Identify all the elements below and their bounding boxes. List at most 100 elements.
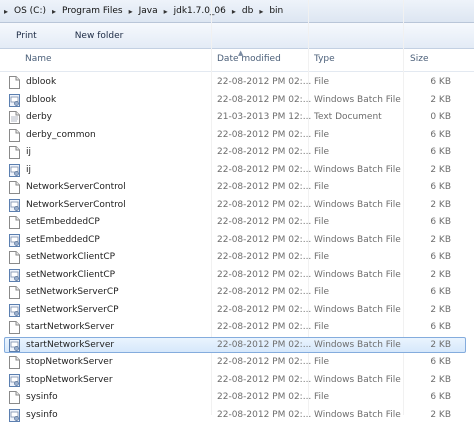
file-date-modified: 22-08-2012 PM 02:... [217,339,312,350]
file-name: NetworkServerControl [26,199,126,210]
file-row[interactable]: dblook 22-08-2012 PM 02:... File 6 KB [4,74,466,90]
file-row[interactable]: startNetworkServer 22-08-2012 PM 02:... Fi… [4,319,466,335]
file-row[interactable]: NetworkServerControl 22-08-2012 PM 02:...… [4,197,466,213]
file-size: 6 KB [430,217,451,227]
file-name: sysinfo [26,392,58,402]
file-date-modified: 22-08-2012 PM 02:... [217,392,312,402]
file-type: File [314,322,330,332]
chevron-right-icon[interactable]: ▸ [0,7,12,16]
file-type: Windows Batch File [314,234,401,245]
file-size: 2 KB [430,199,451,210]
file-row[interactable]: setEmbeddedCP 22-08-2012 PM 02:... Windows… [4,232,466,248]
file-row[interactable]: ij 22-08-2012 PM 02:... Windows Batch File… [4,162,466,178]
breadcrumb-item-db[interactable]: db [240,6,255,16]
file-date-modified: 22-08-2012 PM 02:... [217,357,312,367]
file-size: 0 KB [430,112,451,122]
file-size: 2 KB [430,164,451,175]
file-type: File [314,129,330,140]
chevron-right-icon[interactable]: ▸ [48,7,60,16]
print-button[interactable]: Print [0,31,65,41]
file-icon [9,76,20,89]
batch-file-icon [9,268,20,282]
file-date-modified: 22-08-2012 PM 02:... [217,269,312,280]
breadcrumb-item-drive[interactable]: OS (C:) [12,6,48,16]
file-date-modified: 22-08-2012 PM 02:... [217,304,312,315]
breadcrumb-item-jdk[interactable]: jdk1.7.0_06 [172,6,228,16]
file-date-modified: 22-08-2012 PM 02:... [217,77,312,87]
file-size: 2 KB [430,304,451,315]
file-name: setEmbeddedCP [26,234,100,245]
breadcrumb-item-bin[interactable]: bin [267,6,285,16]
file-icon [9,391,20,404]
file-type: Windows Batch File [314,339,401,350]
file-date-modified: 22-08-2012 PM 02:... [217,287,312,297]
file-icon [9,356,20,369]
chevron-right-icon[interactable]: ▸ [255,7,267,16]
batch-file-icon [9,373,20,387]
column-header-type[interactable]: Type [314,54,335,64]
file-row[interactable]: setEmbeddedCP 22-08-2012 PM 02:... File 6 K… [4,214,466,230]
file-row[interactable]: sysinfo 22-08-2012 PM 02:... File 6 KB [4,389,466,405]
chevron-right-icon[interactable]: ▸ [160,7,172,16]
file-name: NetworkServerControl [26,182,126,192]
file-name: ij [26,147,32,157]
file-name: dblook [26,94,57,105]
file-type: File [314,147,330,157]
file-row[interactable]: dblook 22-08-2012 PM 02:... Windows Batch … [4,92,466,108]
file-size: 2 KB [430,339,451,350]
new-folder-button[interactable]: New folder [65,31,134,41]
file-name: dblook [26,77,57,87]
batch-file-icon [9,233,20,247]
batch-file-icon [9,408,20,422]
file-name: setNetworkClientCP [26,269,116,280]
file-type: Windows Batch File [314,164,401,175]
file-date-modified: 22-08-2012 PM 02:... [217,252,312,262]
file-type: File [314,182,330,192]
file-row[interactable]: setNetworkClientCP 22-08-2012 PM 02:... Wi… [4,267,466,283]
file-date-modified: 22-08-2012 PM 02:... [217,374,312,385]
file-size: 6 KB [430,252,451,262]
file-size: 6 KB [430,182,451,192]
file-size: 2 KB [430,374,451,385]
file-row[interactable]: setNetworkClientCP 22-08-2012 PM 02:... Fi… [4,249,466,265]
file-date-modified: 21-03-2013 PM 12:... [217,112,312,122]
file-name: derby [26,112,52,122]
breadcrumb-item-program-files[interactable]: Program Files [60,6,125,16]
column-header-size[interactable]: Size [410,54,428,64]
file-date-modified: 22-08-2012 PM 02:... [217,234,312,245]
file-row[interactable]: setNetworkServerCP 22-08-2012 PM 02:... Fi… [4,284,466,300]
file-row[interactable]: setNetworkServerCP 22-08-2012 PM 02:... Wi… [4,302,466,318]
chevron-right-icon[interactable]: ▸ [228,7,240,16]
file-type: Windows Batch File [314,94,401,105]
file-size: 6 KB [430,287,451,297]
file-size: 6 KB [430,147,451,157]
batch-file-icon [9,93,20,107]
batch-file-icon [9,163,20,177]
file-type: File [314,77,330,87]
file-name: setNetworkClientCP [26,252,116,262]
file-type: File [314,357,330,367]
file-row[interactable]: stopNetworkServer 22-08-2012 PM 02:... Win… [4,372,466,388]
file-icon [9,321,20,334]
file-row[interactable]: startNetworkServer 22-08-2012 PM 02:... Wi… [4,336,466,353]
breadcrumb-item-java[interactable]: Java [137,6,160,16]
file-row[interactable]: ij 22-08-2012 PM 02:... File 6 KB [4,144,466,160]
file-size: 6 KB [430,392,451,402]
file-row[interactable]: derby_common 22-08-2012 PM 02:... File 6 KB [4,127,466,143]
column-header-name[interactable]: Name [25,54,52,64]
file-row[interactable]: NetworkServerControl 22-08-2012 PM 02:...… [4,179,466,195]
column-header-date-modified[interactable]: Date modified [217,54,281,64]
file-date-modified: 22-08-2012 PM 02:... [217,322,312,332]
file-type: File [314,217,330,227]
file-type: Text Document [314,112,382,122]
file-name: stopNetworkServer [26,374,113,385]
file-row[interactable]: stopNetworkServer 22-08-2012 PM 02:... Fil… [4,354,466,370]
file-name: ij [26,164,32,175]
file-name: setNetworkServerCP [26,304,119,315]
file-type: File [314,287,330,297]
file-name: derby_common [26,129,96,140]
file-row[interactable]: derby 21-03-2013 PM 12:... Text Document 0 … [4,109,466,125]
chevron-right-icon[interactable]: ▸ [125,7,137,16]
file-type: Windows Batch File [314,304,401,315]
file-size: 6 KB [430,77,451,87]
